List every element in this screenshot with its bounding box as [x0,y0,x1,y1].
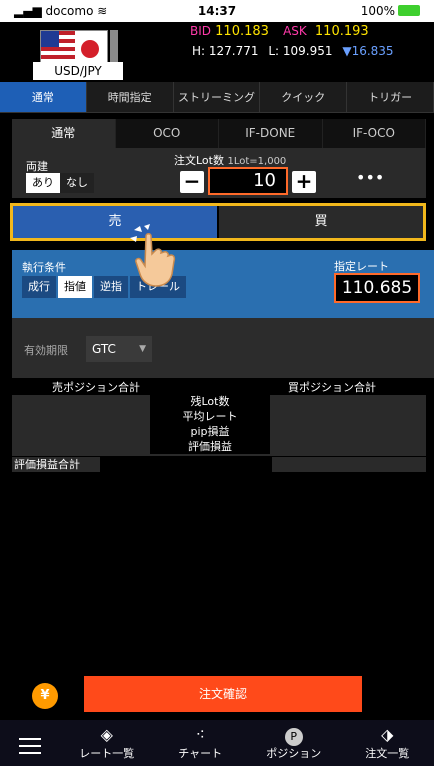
tab-streaming[interactable]: ストリーミング [174,82,261,112]
tab-normal[interactable]: 通常 [0,82,87,112]
execution-condition-label: 執行条件 [22,261,66,274]
hedge-toggle: あり なし [26,173,94,193]
bottom-navigation: ◈ レート一覧 ⁖ チャート P ポジション ⬗ 注文一覧 [0,720,434,766]
subtab-oco[interactable]: OCO [115,119,219,148]
chevron-down-icon: ▼ [139,344,146,354]
total-valuation-filler [272,457,426,472]
tab-trigger[interactable]: トリガー [347,82,434,112]
expiry-panel: 有効期限 GTC ▼ [12,318,434,378]
tab-quick[interactable]: クイック [260,82,348,112]
order-type-tabs: 通常 時間指定 ストリーミング クイック トリガー [0,82,434,113]
more-options-button[interactable]: ••• [356,168,384,187]
total-valuation-value [102,457,272,472]
tab-time-specified[interactable]: 時間指定 [87,82,174,112]
order-list-icon: ⬗ [381,725,394,744]
nav-order-list[interactable]: ⬗ 注文一覧 [341,725,434,761]
execution-condition-panel: 執行条件 成行 指値 逆指 トレール 指定レート 110.685 [12,250,434,318]
hamburger-menu-icon [19,737,41,754]
nav-chart[interactable]: ⁖ チャート [154,725,248,761]
subtab-normal[interactable]: 通常 [12,119,116,148]
pip-pl-label: pip損益 [150,424,270,439]
order-settings-panel: 両建 あり なし 注文Lot数 1Lot=1,000 − 10 + ••• [12,148,426,198]
position-metric-labels: 残Lot数 平均レート pip損益 評価損益 [150,394,270,454]
nav-positions[interactable]: P ポジション [247,725,341,761]
total-valuation-row: 評価損益合計 [12,457,426,472]
high-low-display: H: 127.771 L: 109.951 ▼16.835 [192,44,394,58]
stop-order-button[interactable]: 逆指 [94,276,128,298]
battery-indicator: 100% [361,4,420,18]
specified-rate-input[interactable]: 110.685 [334,273,420,303]
lot-label: 注文Lot数 1Lot=1,000 [174,154,287,167]
ask-price: 110.193 [314,24,369,39]
battery-icon [398,5,420,16]
tap-hand-icon [130,224,176,287]
lot-quantity-input[interactable]: 10 [208,167,288,195]
currency-pair-flag-icon[interactable] [40,30,108,66]
nav-rate-list[interactable]: ◈ レート一覧 [60,725,154,761]
buy-position-total-label: 買ポジション合計 [288,381,376,394]
menu-button[interactable] [0,730,60,757]
limit-order-button[interactable]: 指値 [58,276,92,298]
order-method-tabs: 通常 OCO IF-DONE IF-OCO [12,119,426,148]
expiry-label: 有効期限 [24,344,68,357]
market-order-button[interactable]: 成行 [22,276,56,298]
yen-icon[interactable]: ¥ [32,683,58,709]
total-valuation-label: 評価損益合計 [12,457,100,472]
expiry-select[interactable]: GTC ▼ [86,336,152,362]
trade-side-selector: 売 買 [10,203,426,241]
lot-decrement-button[interactable]: − [180,171,204,193]
order-confirm-button[interactable]: 注文確認 [84,676,362,712]
bid-price: 110.183 [215,24,269,39]
hedge-off-button[interactable]: なし [60,173,94,193]
change-value: ▼16.835 [342,44,394,58]
rate-list-icon: ◈ [100,725,113,744]
subtab-if-oco[interactable]: IF-OCO [322,119,426,148]
average-rate-label: 平均レート [150,409,270,424]
sell-position-total-label: 売ポジション合計 [52,381,140,394]
pair-selector-handle[interactable] [110,30,118,66]
bid-ask-display: BID 110.183 ASK 110.193 [190,24,369,39]
subtab-if-done[interactable]: IF-DONE [219,119,323,148]
status-bar: ▂▄▆ docomo ≋ 14:37 100% [0,0,434,22]
valuation-pl-label: 評価損益 [150,439,270,454]
specified-rate-label: 指定レート [334,260,389,273]
remaining-lot-label: 残Lot数 [150,394,270,409]
sell-button[interactable]: 売 [13,206,219,238]
lot-increment-button[interactable]: + [292,171,316,193]
hedge-on-button[interactable]: あり [26,173,60,193]
position-icon: P [284,728,303,746]
hedge-label: 両建 [26,160,48,173]
currency-pair-label[interactable]: USD/JPY [33,62,123,80]
position-summary-header: 売ポジション合計 買ポジション合計 [12,379,426,395]
rate-header: USD/JPY BID 110.183 ASK 110.193 H: 127.7… [0,22,434,82]
buy-button[interactable]: 買 [219,206,423,238]
chart-icon: ⁖ [195,725,205,744]
